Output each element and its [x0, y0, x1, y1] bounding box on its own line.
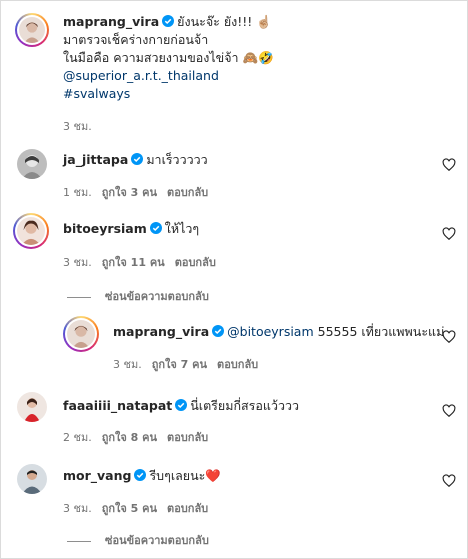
- verified-badge-icon: [134, 469, 147, 481]
- comment-text: รีบๆเลยนะ❤️: [149, 468, 221, 483]
- reply-avatar[interactable]: [63, 316, 99, 352]
- post-caption-line3: ในมือคือ ความสวยงามของไข่จ้า 🙈🤣: [63, 50, 274, 65]
- comment-time: 3 ชม.: [63, 502, 92, 515]
- post-author-avatar[interactable]: [15, 13, 49, 47]
- comment-likes[interactable]: ถูกใจ 5 คน: [102, 502, 157, 515]
- comment-line: mor_vang รีบๆเลยนะ❤️: [63, 467, 221, 484]
- reply-text: 55555 เที่ยวแพพนะแม่: [317, 324, 445, 339]
- comment-username[interactable]: bitoeyrsiam: [63, 221, 147, 236]
- comment-text: มาเร็ววววว: [146, 152, 208, 167]
- comment-username[interactable]: ja_jittapa: [63, 152, 128, 167]
- post-hashtag-link[interactable]: #svalways: [63, 85, 130, 102]
- comments-panel: maprang_vira ยังนะจ๊ะ ยัง!!! ☝🏼 มาตรวจเช็…: [0, 0, 468, 559]
- hide-replies-label: ซ่อนข้อความตอบกลับ: [105, 534, 209, 547]
- reply-button[interactable]: ตอบกลับ: [175, 256, 216, 269]
- post-mention-link[interactable]: @superior_a.r.t._thailand: [63, 67, 219, 84]
- comment-time: 2 ชม.: [63, 431, 92, 444]
- comment-meta: 1 ชม. ถูกใจ 3 คน ตอบกลับ: [63, 183, 218, 201]
- like-heart-icon[interactable]: [442, 158, 456, 172]
- reply-button[interactable]: ตอบกลับ: [217, 358, 258, 371]
- like-heart-icon[interactable]: [442, 227, 456, 241]
- like-heart-icon[interactable]: [442, 404, 456, 418]
- comment-text: ให้ไวๆ: [164, 221, 200, 236]
- like-heart-icon[interactable]: [442, 330, 456, 344]
- reply-button[interactable]: ตอบกลับ: [167, 502, 208, 515]
- reply-button[interactable]: ตอบกลับ: [167, 186, 208, 199]
- comment-username[interactable]: faaaiiii_natapat: [63, 398, 172, 413]
- comment-line: ja_jittapa มาเร็ววววว: [63, 151, 208, 168]
- post-caption-line2: มาตรวจเช็คร่างกายก่อนจ้า: [63, 32, 209, 47]
- comment-time: 3 ชม.: [63, 256, 92, 269]
- verified-badge-icon: [162, 15, 175, 27]
- comment-username[interactable]: mor_vang: [63, 468, 131, 483]
- post-timestamp: 3 ชม.: [63, 120, 92, 133]
- comment-avatar[interactable]: [17, 464, 47, 494]
- comment-likes[interactable]: ถูกใจ 3 คน: [102, 186, 157, 199]
- reply-likes[interactable]: ถูกใจ 7 คน: [152, 358, 207, 371]
- reply-username[interactable]: maprang_vira: [113, 324, 209, 339]
- verified-badge-icon: [212, 325, 225, 337]
- comment-text: นี่เตรียมกี่สรอแว้ววว: [190, 398, 300, 413]
- reply-button[interactable]: ตอบกลับ: [167, 431, 208, 444]
- divider-dash: [67, 296, 91, 298]
- comment-avatar[interactable]: [17, 392, 47, 422]
- hide-replies-button[interactable]: ซ่อนข้อความตอบกลับ: [67, 531, 209, 549]
- divider-dash: [67, 540, 91, 542]
- comment-avatar[interactable]: [17, 149, 47, 179]
- hide-replies-button[interactable]: ซ่อนข้อความตอบกลับ: [67, 287, 209, 305]
- reply-mention-link[interactable]: @bitoeyrsiam: [227, 324, 314, 339]
- comment-meta: 3 ชม. ถูกใจ 11 คน ตอบกลับ: [63, 253, 226, 271]
- reply-line: maprang_vira @bitoeyrsiam 55555 เที่ยวแพพ…: [113, 323, 444, 340]
- comment-line: faaaiiii_natapat นี่เตรียมกี่สรอแว้ววว: [63, 397, 299, 414]
- verified-badge-icon: [175, 399, 188, 411]
- comment-likes[interactable]: ถูกใจ 8 คน: [102, 431, 157, 444]
- verified-badge-icon: [149, 222, 162, 234]
- reply-meta: 3 ชม. ถูกใจ 7 คน ตอบกลับ: [113, 355, 268, 373]
- reply-time: 3 ชม.: [113, 358, 142, 371]
- comment-avatar[interactable]: [13, 213, 49, 249]
- comment-likes[interactable]: ถูกใจ 11 คน: [102, 256, 165, 269]
- comment-time: 1 ชม.: [63, 186, 92, 199]
- like-heart-icon[interactable]: [442, 474, 456, 488]
- verified-badge-icon: [131, 153, 144, 165]
- post-time: 3 ชม.: [63, 117, 102, 135]
- hide-replies-label: ซ่อนข้อความตอบกลับ: [105, 290, 209, 303]
- comment-meta: 3 ชม. ถูกใจ 5 คน ตอบกลับ: [63, 499, 218, 517]
- post-caption-text: ยังนะจ๊ะ ยัง!!! ☝🏼: [177, 14, 272, 29]
- post-author-username[interactable]: maprang_vira: [63, 14, 159, 29]
- comment-meta: 2 ชม. ถูกใจ 8 คน ตอบกลับ: [63, 428, 218, 446]
- post-caption-line1: maprang_vira ยังนะจ๊ะ ยัง!!! ☝🏼: [63, 13, 272, 30]
- comment-line: bitoeyrsiam ให้ไวๆ: [63, 220, 199, 237]
